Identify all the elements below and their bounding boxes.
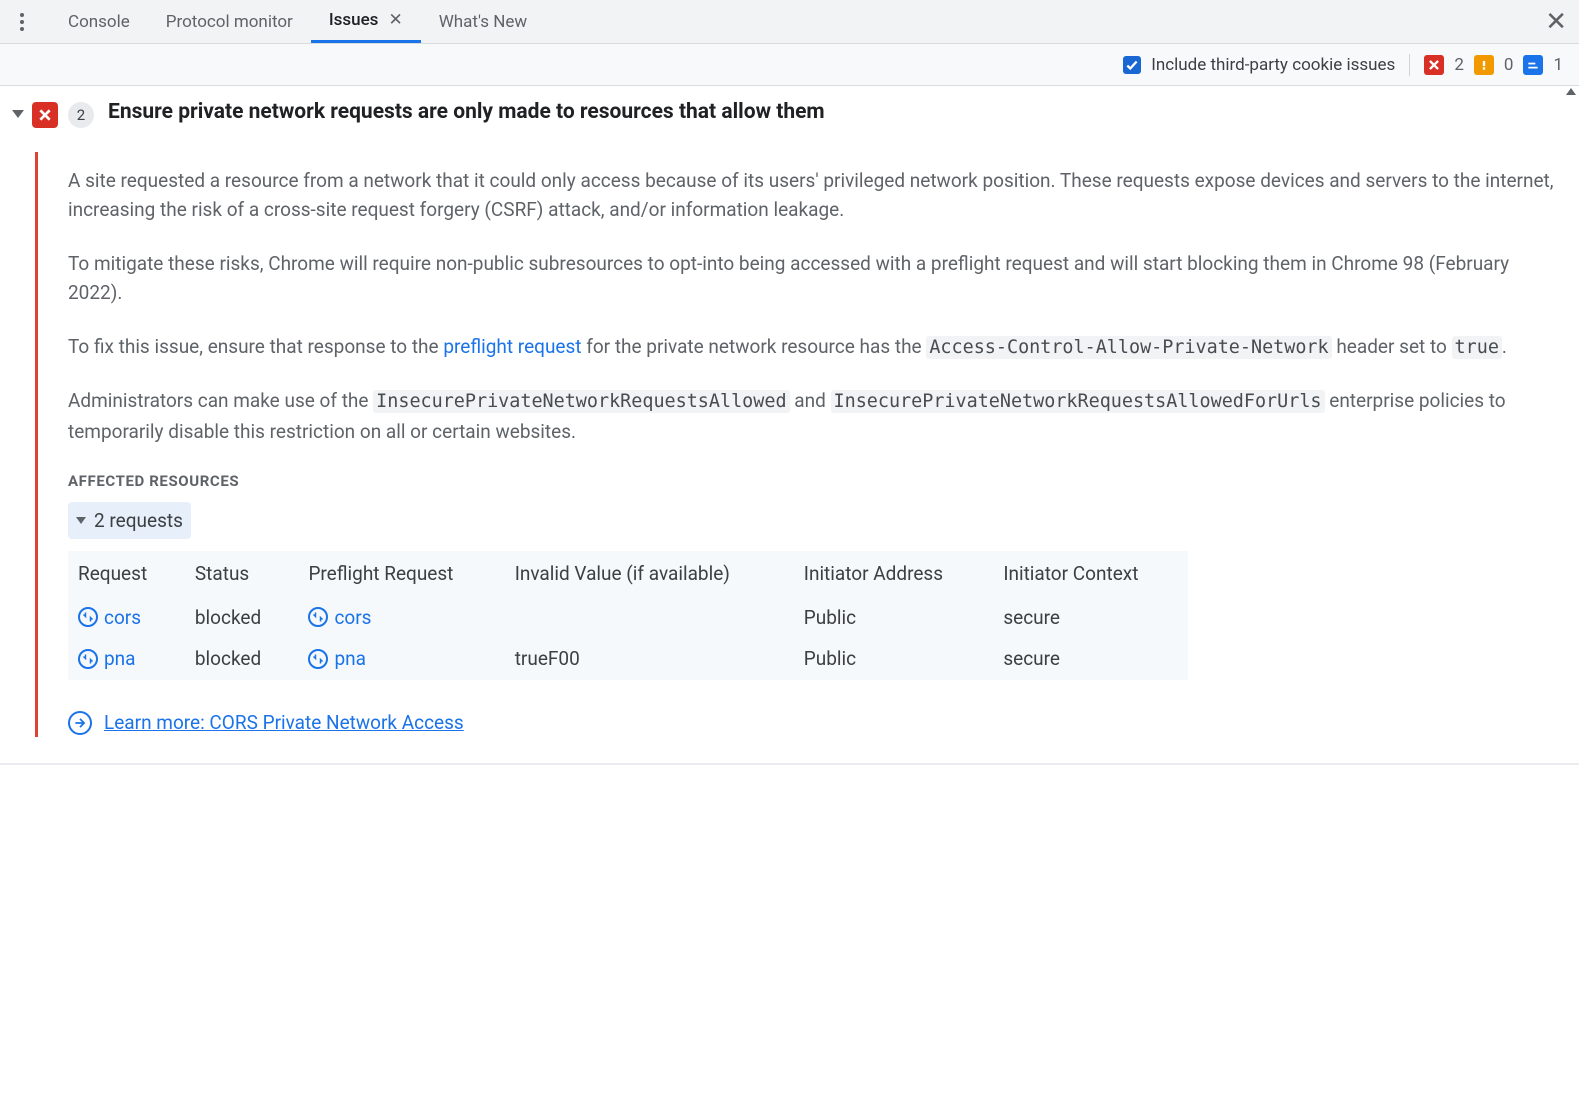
tab-whats-new[interactable]: What's New [421,0,545,43]
preflight-link[interactable]: pna [308,644,366,673]
learn-more-row: Learn more: CORS Private Network Access [68,708,1563,737]
tab-label: Issues [329,10,379,30]
affected-requests-table: Request Status Preflight Request Invalid… [68,551,1188,680]
code-token: InsecurePrivateNetworkRequestsAllowed [373,390,789,413]
issue-paragraph: A site requested a resource from a netwo… [68,166,1563,225]
more-tools-menu[interactable] [8,8,36,36]
cell-init-addr: Public [794,596,994,638]
tab-protocol-monitor[interactable]: Protocol monitor [148,0,311,43]
col-request: Request [68,551,185,596]
close-icon[interactable]: ✕ [388,12,402,29]
issue-body: A site requested a resource from a netwo… [35,152,1579,737]
affected-resources-label: AFFECTED RESOURCES [68,470,1563,493]
separator [1409,54,1410,76]
issue-title: Ensure private network requests are only… [108,100,825,128]
network-icon [308,649,328,669]
disclosure-triangle-icon[interactable] [12,110,24,118]
network-icon [78,607,98,627]
cell-status: blocked [185,638,299,680]
error-count: 2 [1454,55,1464,75]
issues-panel-scroll[interactable]: 2 Ensure private network requests are on… [0,86,1579,1098]
issue-paragraph: To mitigate these risks, Chrome will req… [68,249,1563,308]
divider [0,763,1579,765]
error-icon[interactable] [1424,55,1444,75]
issues-toolbar: Include third-party cookie issues 2 0 1 [0,44,1579,86]
requests-summary-text: 2 requests [94,506,183,535]
preflight-link[interactable]: cors [308,603,371,632]
tab-console[interactable]: Console [50,0,148,43]
checkbox-label: Include third-party cookie issues [1151,55,1395,75]
arrow-right-circle-icon [68,711,92,735]
scroll-up-arrow-icon [1566,88,1576,95]
network-icon [308,607,328,627]
cell-init-ctx: secure [993,596,1188,638]
preflight-request-link[interactable]: preflight request [443,335,581,358]
tab-label: What's New [439,12,527,32]
code-token: true [1452,336,1502,359]
table-header-row: Request Status Preflight Request Invalid… [68,551,1188,596]
devtools-drawer-tabbar: Console Protocol monitor Issues ✕ What's… [0,0,1579,44]
info-icon[interactable] [1523,55,1543,75]
code-token: InsecurePrivateNetworkRequestsAllowedFor… [831,390,1325,413]
tab-issues[interactable]: Issues ✕ [311,0,421,43]
issue-paragraph: To fix this issue, ensure that response … [68,332,1563,363]
severity-counts: 2 0 1 [1424,55,1563,75]
col-invalid: Invalid Value (if available) [505,551,794,596]
learn-more-link[interactable]: Learn more: CORS Private Network Access [104,708,464,737]
warning-count: 0 [1504,55,1514,75]
cell-status: blocked [185,596,299,638]
table-row: cors blocked cors [68,596,1188,638]
network-icon [78,649,98,669]
disclosure-triangle-icon [76,517,86,524]
tab-label: Protocol monitor [166,12,293,32]
issue-item: 2 Ensure private network requests are on… [0,86,1579,152]
col-init-addr: Initiator Address [794,551,994,596]
table-row: pna blocked pna trueF00 [68,638,1188,680]
cell-invalid: trueF00 [505,638,794,680]
issue-count-pill: 2 [68,102,94,128]
cell-invalid [505,596,794,638]
col-init-ctx: Initiator Context [993,551,1188,596]
col-status: Status [185,551,299,596]
issue-paragraph: Administrators can make use of the Insec… [68,386,1563,446]
tab-label: Console [68,12,130,32]
info-count: 1 [1553,55,1563,75]
error-badge-icon [32,102,58,128]
col-preflight: Preflight Request [298,551,504,596]
close-drawer-button[interactable]: ✕ [1545,0,1567,43]
cell-init-ctx: secure [993,638,1188,680]
checkbox-icon [1123,56,1141,74]
cell-init-addr: Public [794,638,994,680]
request-link[interactable]: pna [78,644,136,673]
code-token: Access-Control-Allow-Private-Network [926,336,1331,359]
warning-icon[interactable] [1474,55,1494,75]
requests-summary-toggle[interactable]: 2 requests [68,502,191,539]
include-third-party-cookie-issues-checkbox[interactable]: Include third-party cookie issues [1123,55,1395,75]
request-link[interactable]: cors [78,603,141,632]
